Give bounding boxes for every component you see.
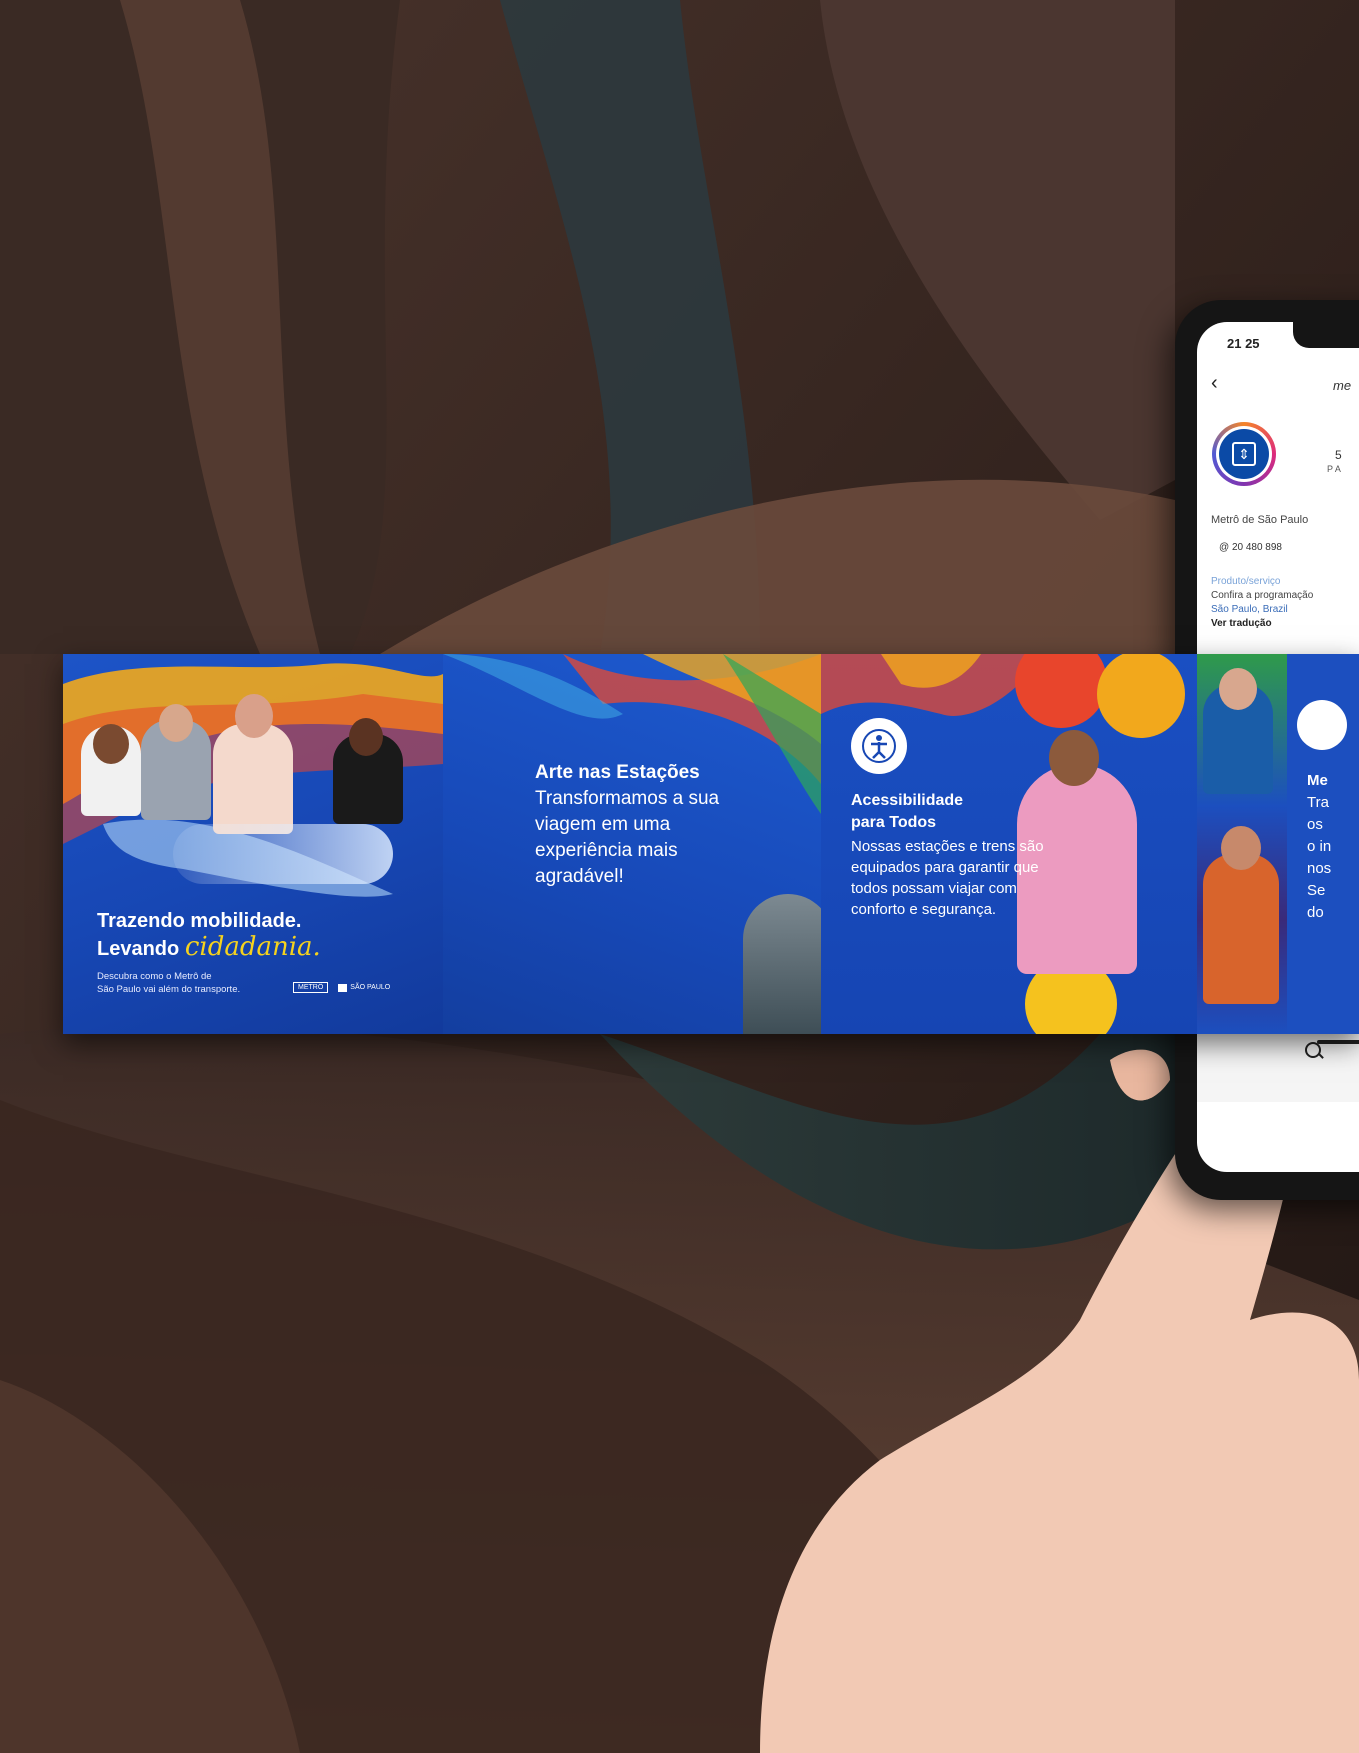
brochure-panel-art: Arte nas Estações Transformamos a sua vi… — [443, 654, 821, 1034]
status-time: 21 25 — [1227, 336, 1260, 351]
profile-bio: Confira a programação — [1211, 590, 1314, 601]
cover-subtext-line-1: Descubra como o Metrô de — [97, 971, 212, 982]
headline-line-2-prefix: Levando — [97, 938, 180, 960]
partial-text-line-1: Me — [1307, 772, 1328, 789]
person-photo — [1219, 668, 1257, 710]
partial-text-line-5: nos — [1307, 860, 1332, 877]
brand-logos: METRÔ SÃO PAULO — [293, 982, 390, 993]
profile-category: Produto/serviço — [1211, 576, 1281, 587]
headline-accent: cidadania. — [184, 932, 321, 962]
train-image — [173, 824, 393, 884]
back-arrow-icon[interactable]: ‹ — [1211, 372, 1218, 395]
metro-logo-icon: ⇕ — [1232, 442, 1256, 466]
accessibility-title: Acessibilidade para Todos — [851, 790, 963, 834]
sp-government-logo: SÃO PAULO — [338, 983, 391, 992]
partial-text-line-7: do — [1307, 904, 1324, 921]
profile-avatar[interactable]: ⇕ — [1212, 422, 1276, 486]
person-photo — [349, 718, 383, 756]
sp-flag-icon — [338, 983, 348, 992]
threads-badge[interactable]: @ 20 480 898 — [1219, 542, 1282, 553]
phone-notch — [1293, 322, 1359, 348]
profile-location[interactable]: São Paulo, Brazil — [1211, 604, 1288, 615]
person-photo — [1049, 730, 1099, 786]
person-photo — [235, 694, 273, 738]
folded-brochure: Trazendo mobilidade. Levando cidadania. … — [63, 654, 1359, 1034]
brochure-panel-partial: Me Tra os o in nos Se do — [1197, 654, 1359, 1034]
brochure-panel-cover: Trazendo mobilidade. Levando cidadania. … — [63, 654, 443, 1034]
person-photo — [1203, 854, 1279, 1004]
art-description: Transformamos a sua viagem em uma experi… — [535, 788, 720, 887]
station-photo — [743, 894, 821, 1034]
profile-stat-count: 5 — [1335, 448, 1342, 462]
profile-stat-label: P A — [1327, 464, 1341, 474]
person-photo — [93, 724, 129, 764]
art-title: Arte nas Estações — [535, 762, 700, 783]
search-icon[interactable] — [1305, 1042, 1321, 1058]
profile-handle: me — [1333, 378, 1352, 393]
brochure-panel-accessibility: Acessibilidade para Todos Nossas estaçõe… — [821, 654, 1197, 1034]
profile-name: Metrô de São Paulo — [1211, 514, 1309, 526]
metro-circle-icon — [1297, 700, 1347, 750]
threads-icon: @ — [1219, 542, 1230, 553]
accessibility-title-line-1: Acessibilidade — [851, 792, 964, 809]
accessibility-description: Nossas estações e trens são equipados pa… — [851, 838, 1044, 918]
sp-logo-text: SÃO PAULO — [350, 984, 391, 991]
accessibility-icon — [851, 718, 907, 774]
cover-subtext: Descubra como o Metrô de São Paulo vai a… — [97, 970, 240, 996]
partial-panel-text: Me Tra os o in nos Se do — [1307, 770, 1359, 924]
cover-headline: Trazendo mobilidade. Levando cidadania. — [97, 908, 321, 962]
person-photo — [213, 724, 293, 834]
person-photo — [1221, 826, 1261, 870]
partial-text-line-6: Se — [1307, 882, 1326, 899]
partial-text-line-4: o in — [1307, 838, 1332, 855]
accessibility-title-line-2: para Todos — [851, 814, 937, 831]
cover-subtext-line-2: São Paulo vai além do transporte. — [97, 984, 241, 995]
see-translation-link[interactable]: Ver tradução — [1211, 618, 1272, 629]
partial-text-line-3: os — [1307, 816, 1323, 833]
headline-line-1: Trazendo mobilidade. — [97, 910, 302, 932]
partial-text-line-2: Tra — [1307, 794, 1329, 811]
home-indicator — [1317, 1040, 1359, 1044]
person-photo — [159, 704, 193, 742]
threads-count: 20 480 898 — [1231, 542, 1282, 553]
metro-logo: METRÔ — [293, 982, 329, 993]
